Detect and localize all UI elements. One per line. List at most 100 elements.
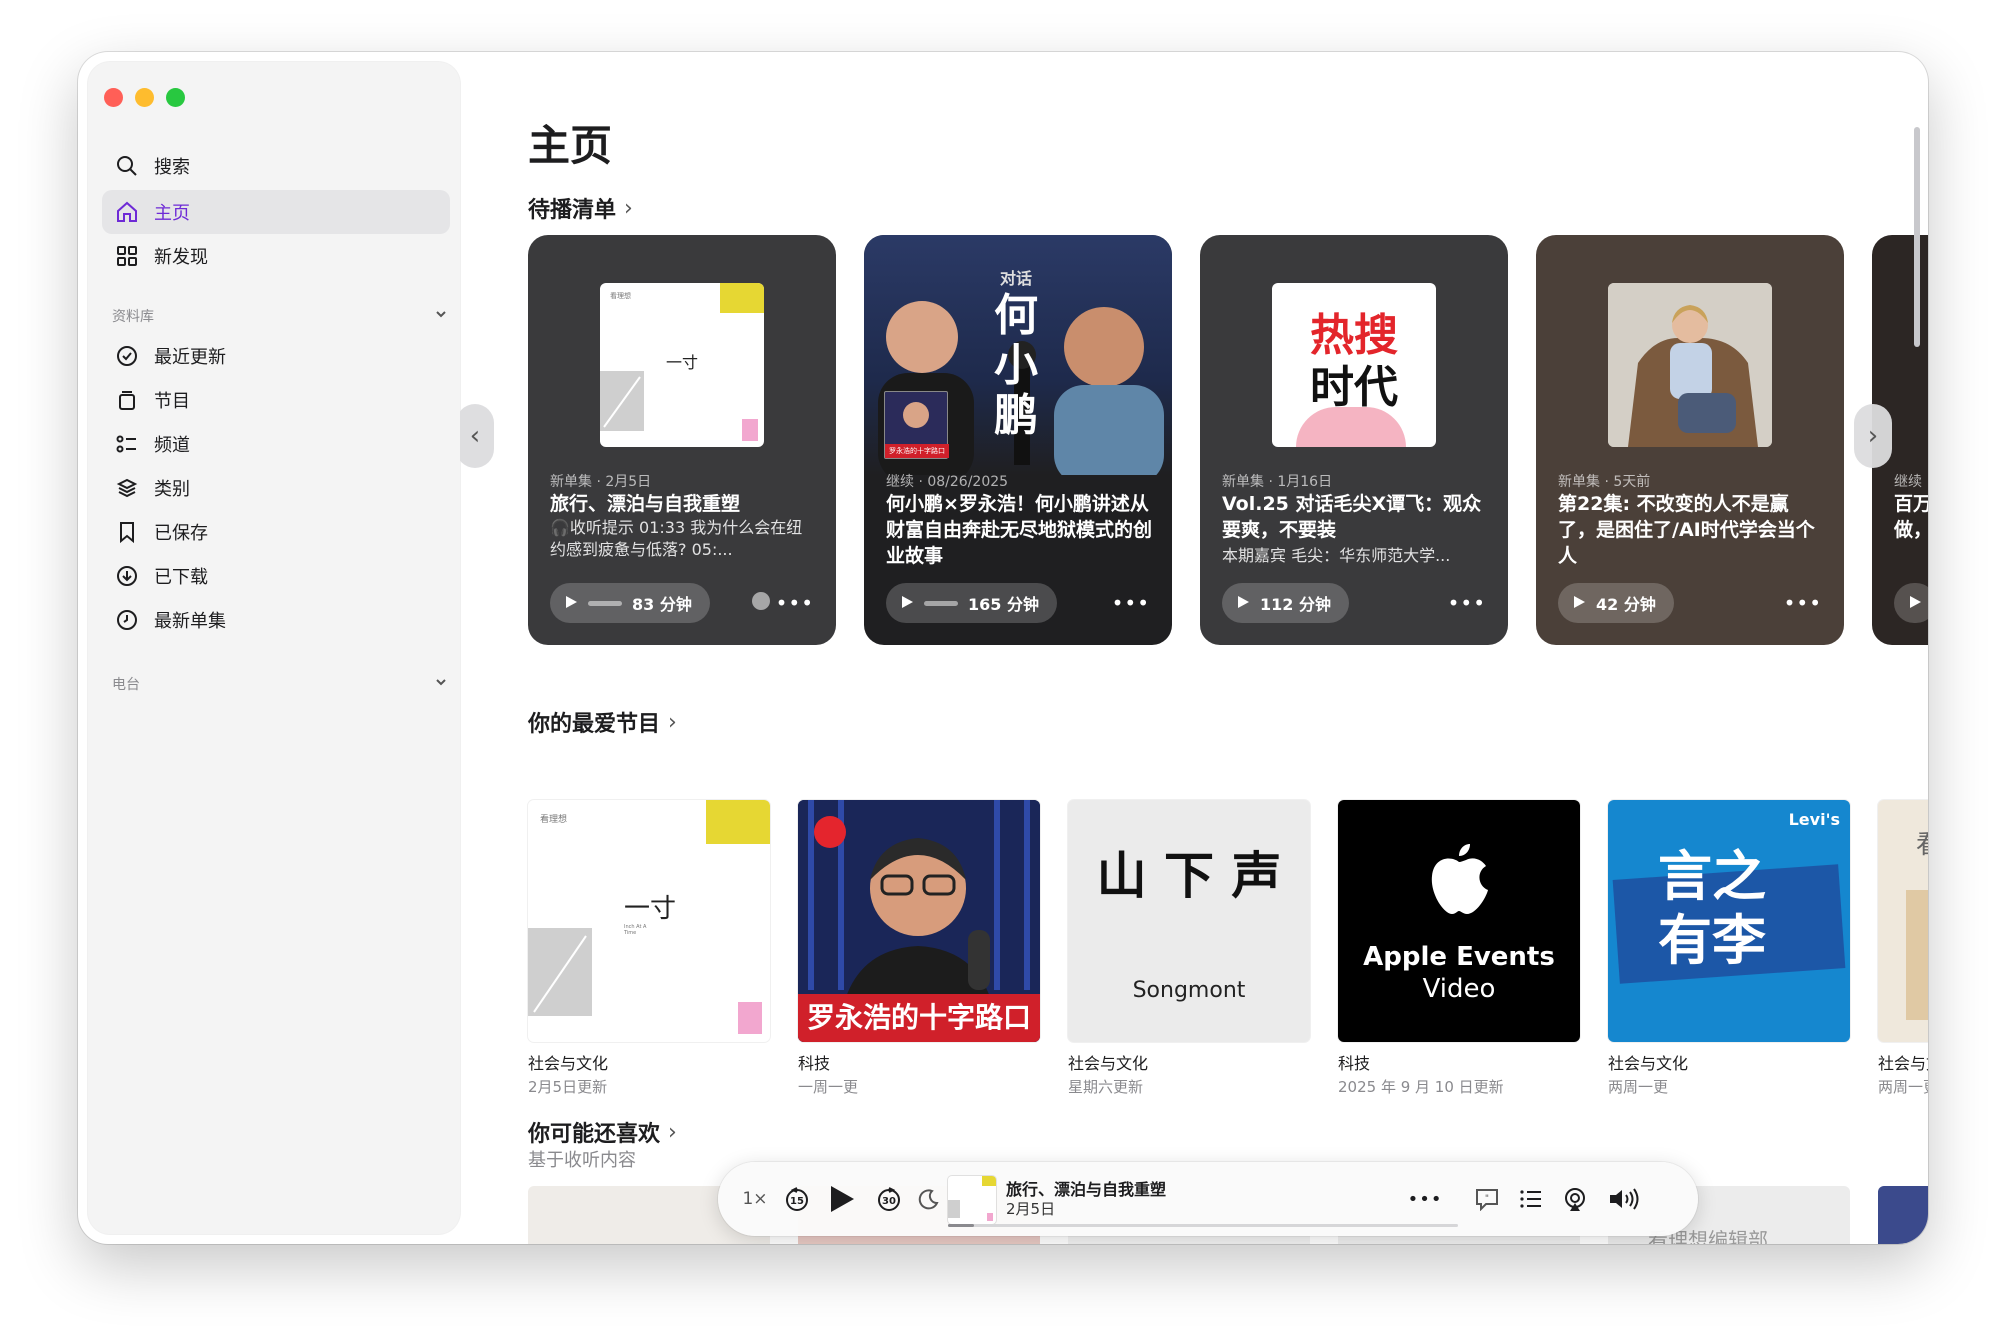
up-next-card[interactable]: 对话 何小鹏 罗永浩的十字路口 继续 · 08/26/2025 何小鹏×罗永浩！… (864, 235, 1172, 645)
show-category: 社会与文化 (1068, 1054, 1149, 1073)
play-button[interactable]: 83 分钟 (550, 583, 710, 623)
up-next-header[interactable]: 待播清单 › (528, 192, 633, 224)
favorites-header[interactable]: 你的最爱节目 › (528, 706, 677, 738)
sidebar-item-recently-updated[interactable]: 最近更新 (102, 334, 450, 378)
episode-duration: 42 分钟 (1596, 595, 1656, 614)
episode-title: 何小鹏×罗永浩！何小鹏讲述从财富自由奔赴无尽地狱模式的创业故事 (886, 493, 1153, 567)
favorite-show[interactable]: 罗永浩的十字路口 科技 一周一更 (798, 800, 1040, 1097)
more-options-icon[interactable]: ••• (1448, 591, 1486, 615)
sidebar-item-browse[interactable]: 新发现 (102, 234, 450, 278)
play-icon (900, 594, 914, 613)
more-options-icon[interactable]: ••• (1112, 591, 1150, 615)
up-next-card[interactable]: 看理想 一寸 新单集 · 2月5日 旅行、漂泊与自我重塑 🎧收听提示 01:33… (528, 235, 836, 645)
skip-forward-icon: 30 (878, 1187, 900, 1211)
sidebar-item-shows[interactable]: 节目 (102, 378, 450, 422)
app-window: 搜索 主页 新发现 资料库 最近更新 节目 频道 类别 已保存 已下载 最新单集… (78, 52, 1928, 1244)
minimize-window-button[interactable] (135, 88, 154, 107)
zoom-window-button[interactable] (166, 88, 185, 107)
skip-forward-button[interactable]: 30 (872, 1162, 906, 1236)
episode-title: 旅行、漂泊与自我重塑 (550, 493, 741, 515)
queue-button[interactable] (1514, 1162, 1548, 1236)
download-icon[interactable] (752, 592, 770, 610)
inset-artwork-title: 罗永浩的十字路口 (885, 444, 949, 458)
play-button[interactable]: 165 分钟 (886, 583, 1057, 623)
episode-duration: 83 分钟 (632, 595, 692, 614)
up-next-card[interactable]: 新单集 · 5天前 第22集: 不改变的人不是赢了，是困住了/AI时代学会当个人… (1536, 235, 1844, 645)
play-button[interactable] (822, 1162, 862, 1236)
show-category: 科技 (1338, 1054, 1371, 1073)
recommend-header[interactable]: 你可能还喜欢 › (528, 1116, 677, 1148)
favorite-show[interactable]: Apple Events Video 科技 2025 年 9 月 10 日更新 (1338, 800, 1580, 1097)
up-next-card[interactable]: 热搜 时代 新单集 · 1月16日 Vol.25 对话毛尖X谭飞：观众要爽，不要… (1200, 235, 1508, 645)
sidebar-item-latest-episodes[interactable]: 最新单集 (102, 598, 450, 642)
episode-artwork: 热搜 时代 (1272, 283, 1436, 447)
chevron-down-icon[interactable] (434, 675, 448, 693)
scroll-right-button[interactable]: › (1854, 404, 1892, 468)
sidebar-item-label: 主页 (154, 203, 190, 224)
show-update-frequency: 星期六更新 (1068, 1078, 1144, 1096)
airplay-button[interactable] (1558, 1162, 1592, 1236)
grid-icon (114, 243, 140, 269)
chevron-left-icon: ‹ (469, 421, 481, 451)
sidebar-item-label: 新发现 (154, 247, 208, 268)
sidebar-item-label: 类别 (154, 479, 190, 500)
home-icon (114, 199, 140, 225)
recommended-show[interactable] (1878, 1186, 1928, 1244)
transcript-button[interactable]: " (1470, 1162, 1504, 1236)
skip-back-icon: 15 (786, 1187, 808, 1211)
artwork-brand: 看理想 (540, 815, 568, 825)
artwork-title-line2: 时代 (1310, 362, 1398, 413)
speaker-icon (1610, 1188, 1639, 1210)
sidebar-item-home[interactable]: 主页 (102, 190, 450, 234)
scroll-left-button[interactable]: ‹ (460, 404, 494, 468)
channels-icon (114, 431, 140, 457)
sidebar-item-label: 频道 (154, 435, 190, 456)
play-button[interactable] (1894, 583, 1928, 623)
skip-back-button[interactable]: 15 (780, 1162, 814, 1236)
chevron-down-icon[interactable] (434, 307, 448, 325)
artwork-brand: 看理想 (610, 292, 631, 300)
chevron-right-icon: › (1867, 421, 1879, 451)
play-icon (1572, 594, 1586, 613)
show-update-frequency: 两周一更 (1878, 1078, 1928, 1096)
favorite-show[interactable]: Levi's 言之 有李 社会与文化 两周一更 (1608, 800, 1850, 1097)
episode-meta: 新单集 · 5天前 (1558, 474, 1651, 490)
library-section-header[interactable]: 资料库 (112, 306, 448, 326)
radio-label: 电台 (112, 677, 140, 693)
play-button[interactable]: 112 分钟 (1222, 583, 1349, 623)
radio-section-header[interactable]: 电台 (112, 674, 448, 694)
clock-icon (114, 607, 140, 633)
playback-speed-button[interactable]: 1× (740, 1162, 770, 1236)
sidebar: 搜索 主页 新发现 资料库 最近更新 节目 频道 类别 已保存 已下载 最新单集… (88, 62, 460, 1234)
favorite-show[interactable]: 看理想 一寸 Inch At A Time 社会与文化 2月5日更新 (528, 800, 770, 1097)
now-playing-artwork[interactable] (948, 1176, 996, 1224)
playback-progress-bar[interactable] (948, 1224, 1458, 1227)
close-window-button[interactable] (104, 88, 123, 107)
vertical-scrollbar[interactable] (1914, 127, 1920, 347)
more-options-icon[interactable]: ••• (1784, 591, 1822, 615)
show-update-frequency: 两周一更 (1608, 1078, 1669, 1096)
favorite-show[interactable]: 看 社会与文化 两周一更 (1878, 800, 1928, 1097)
mini-player: 1× 15 30 旅行、漂泊与自我重塑 2月5日 ••• " (718, 1162, 1698, 1236)
show-category: 社会与文化 (1608, 1054, 1689, 1073)
sidebar-item-downloaded[interactable]: 已下载 (102, 554, 450, 598)
episode-artwork (1608, 283, 1772, 447)
up-next-title: 待播清单 (528, 198, 617, 223)
volume-button[interactable] (1604, 1162, 1644, 1236)
more-options-icon[interactable]: ••• (776, 591, 814, 615)
play-icon (1236, 594, 1250, 613)
show-category: 科技 (798, 1054, 831, 1073)
more-options-icon[interactable]: ••• (1408, 1162, 1442, 1236)
favorite-show[interactable]: 山 下 声 Songmont 社会与文化 星期六更新 (1068, 800, 1310, 1097)
svg-text:": " (1485, 1194, 1489, 1204)
skip-back-seconds: 15 (790, 1196, 804, 1207)
sidebar-item-search[interactable]: 搜索 (102, 144, 450, 188)
sidebar-item-categories[interactable]: 类别 (102, 466, 450, 510)
play-button[interactable]: 42 分钟 (1558, 583, 1674, 623)
episode-meta: 继续 · 08/26/2025 (886, 474, 1009, 490)
sleep-timer-button[interactable] (914, 1162, 944, 1236)
chevron-right-icon: › (624, 195, 633, 221)
artwork-title: 看 (1916, 824, 1928, 861)
sidebar-item-channels[interactable]: 频道 (102, 422, 450, 466)
sidebar-item-saved[interactable]: 已保存 (102, 510, 450, 554)
